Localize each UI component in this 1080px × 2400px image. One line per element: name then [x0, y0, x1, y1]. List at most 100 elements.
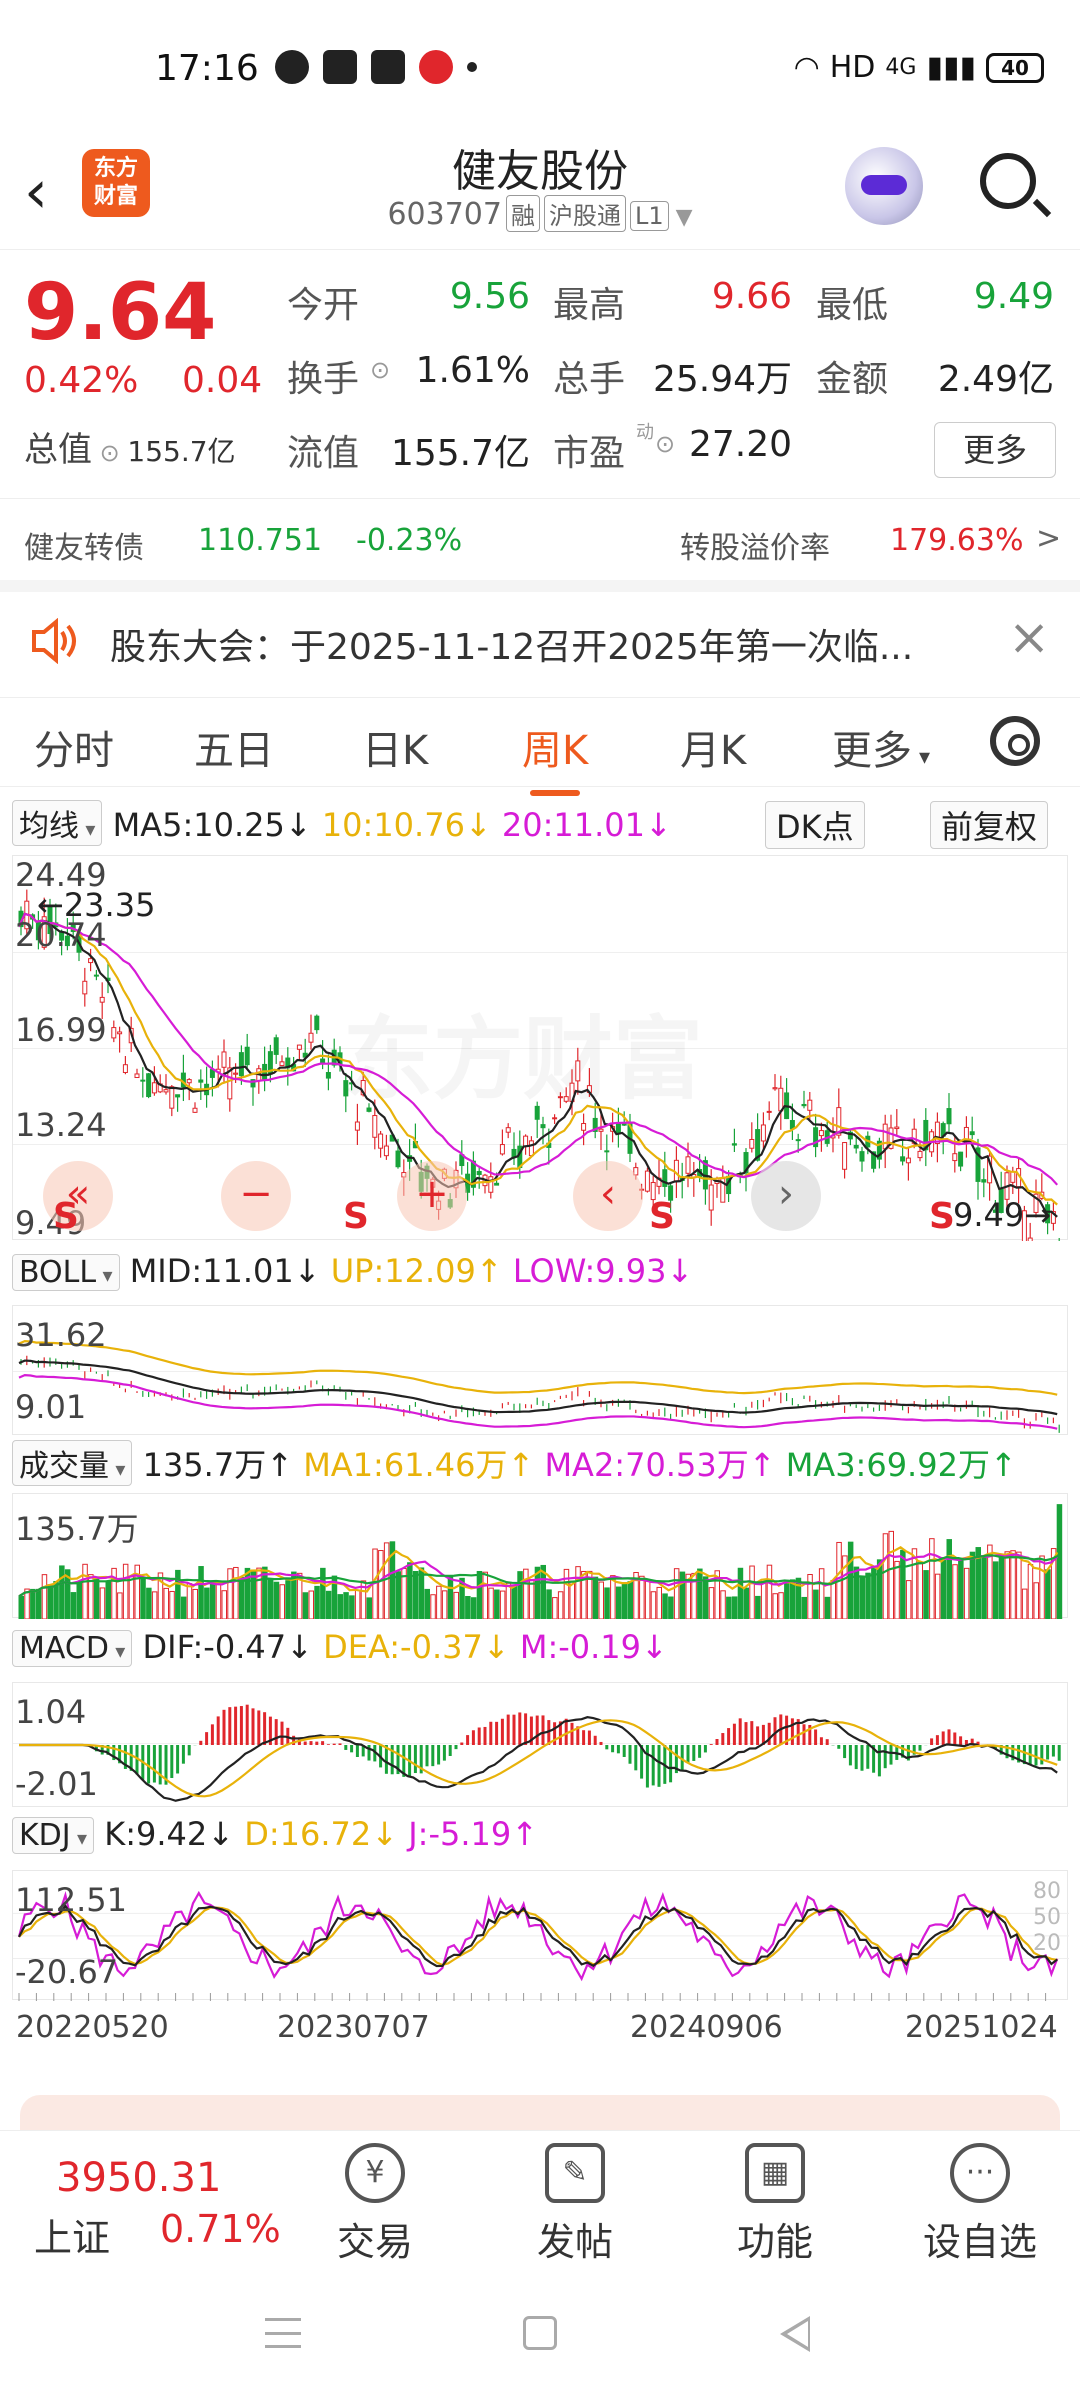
volume-bar: [465, 1595, 471, 1619]
zoom-in-button[interactable]: +: [397, 1161, 467, 1231]
candle-body: [934, 1121, 940, 1145]
volume-bar: [615, 1586, 622, 1619]
dk-point-toggle[interactable]: DK点: [765, 801, 865, 849]
menu-icon[interactable]: [265, 2318, 301, 2348]
gear-icon[interactable]: [990, 716, 1040, 766]
kdj-row: KDJ K:9.42↓ D:16.72↓ J:-5.19↑: [12, 1815, 538, 1859]
adjust-toggle[interactable]: 前复权: [930, 801, 1049, 849]
more-button[interactable]: 更多: [934, 422, 1056, 478]
candle-body: [563, 1096, 569, 1102]
volume-bar: [482, 1571, 488, 1619]
volume-bar: [186, 1583, 193, 1619]
search-icon[interactable]: [980, 153, 1036, 209]
wechat-icon: [275, 50, 309, 84]
volume-bar: [238, 1577, 245, 1619]
macd-chart: [19, 1704, 1061, 1802]
volume-bar: [668, 1596, 674, 1619]
volume-bar: [1045, 1569, 1051, 1619]
boll-top-label: 31.62: [15, 1316, 107, 1354]
candle-body: [1027, 1237, 1033, 1241]
announcement-bar[interactable]: 股东大会：于2025-11-12召开2025年第一次临... ×: [0, 580, 1080, 685]
volume-bar: [946, 1539, 952, 1619]
app-logo[interactable]: 东方 财富: [82, 149, 150, 217]
home-icon[interactable]: [523, 2316, 557, 2350]
functions-button[interactable]: ▦ 功能: [700, 2143, 850, 2266]
back-button[interactable]: ‹: [24, 157, 48, 227]
candle-body: [198, 1079, 204, 1083]
trade-button[interactable]: ¥ 交易: [300, 2143, 450, 2266]
boll-panel[interactable]: 31.62 9.01: [12, 1305, 1068, 1435]
volume-bar: [813, 1589, 819, 1619]
candle-body: [557, 1096, 563, 1099]
quote-panel: 9.64 0.42% 0.04 总值 ⊙ 155.7亿 今开 9.56 最高 9…: [0, 250, 1080, 580]
pe-info-icon[interactable]: ⊙: [655, 430, 675, 458]
kdj-j: J:-5.19↑: [408, 1815, 539, 1853]
kdj-selector[interactable]: KDJ: [12, 1817, 95, 1854]
convertible-bond-row[interactable]: 健友转债 110.751 -0.23% 转股溢价率 179.63% >: [0, 505, 1080, 566]
volume-bar: [424, 1588, 430, 1619]
info-icon[interactable]: ⊙: [92, 439, 127, 467]
pe-dynamic-mark: 动: [636, 422, 654, 443]
boll-chart: [18, 1339, 1060, 1433]
kdj-panel[interactable]: 112.51 -20.67 80 50 20: [12, 1870, 1069, 2001]
amount-value: 2.49亿: [937, 359, 1054, 400]
candle-body: [946, 1108, 952, 1125]
chevron-down-icon[interactable]: ▼: [669, 205, 693, 230]
volume-bar: [784, 1579, 790, 1619]
tab-five-day[interactable]: 五日: [194, 718, 274, 776]
volume-bar: [47, 1584, 53, 1619]
promo-banner[interactable]: [20, 2095, 1060, 2135]
volume-value: 25.94万: [652, 359, 792, 400]
candle-body: [186, 1079, 192, 1084]
kline-panel[interactable]: 东方财富 24.49 ←23.35 20.74 16.99 13.24 9.49…: [12, 855, 1068, 1242]
add-watchlist-button[interactable]: ··· 设自选: [905, 2143, 1055, 2266]
tab-weekly-k[interactable]: 周K: [522, 718, 588, 796]
boll-mid: MID:11.01↓: [129, 1252, 321, 1290]
assistant-robot-icon[interactable]: [845, 147, 923, 225]
candle-body: [981, 1179, 987, 1183]
volume-panel[interactable]: 135.7万: [12, 1493, 1068, 1619]
volume-bar: [198, 1566, 204, 1619]
ma-selector[interactable]: 均线: [12, 800, 103, 846]
volume-bar: [998, 1557, 1005, 1619]
back-triangle-icon[interactable]: [780, 2316, 810, 2352]
kline-label-3: 16.99: [15, 1011, 107, 1049]
tab-daily-k[interactable]: 日K: [362, 718, 428, 776]
candle-body: [99, 996, 105, 1003]
bond-price: 110.751: [198, 523, 323, 558]
volume-selector[interactable]: 成交量: [12, 1440, 133, 1486]
tab-minute[interactable]: 分时: [34, 718, 114, 776]
volume-bar: [1004, 1551, 1010, 1619]
volume-bar: [354, 1589, 361, 1619]
sell-marker: S: [649, 1196, 675, 1237]
scroll-left-button[interactable]: ‹: [573, 1161, 643, 1231]
volume-bar: [569, 1580, 575, 1619]
volume-bar: [169, 1590, 175, 1619]
tab-monthly-k[interactable]: 月K: [680, 718, 746, 776]
turnover-info-icon[interactable]: ⊙: [370, 356, 390, 384]
candle-body: [859, 1151, 865, 1162]
candle-body: [685, 1156, 691, 1174]
macd-panel[interactable]: 1.04 -2.01: [12, 1682, 1068, 1807]
candle-body: [772, 1087, 778, 1090]
close-icon[interactable]: ×: [1008, 608, 1050, 666]
volume-bar: [847, 1541, 854, 1619]
candle-body: [476, 1170, 482, 1175]
post-button[interactable]: ✎ 发帖: [500, 2143, 650, 2266]
grid-icon: ▦: [745, 2143, 805, 2203]
zoom-out-button[interactable]: −: [221, 1161, 291, 1231]
tab-more[interactable]: 更多 ▾: [832, 718, 930, 776]
volume-bar: [122, 1563, 129, 1619]
scroll-right-button[interactable]: ›: [751, 1161, 821, 1231]
volume-bar: [337, 1594, 343, 1619]
volume-chart: [18, 1504, 1063, 1619]
sell-marker: S: [343, 1196, 369, 1237]
candle-body: [372, 1115, 378, 1138]
macd-selector[interactable]: MACD: [12, 1630, 133, 1667]
candle-body: [325, 1072, 331, 1079]
date-label: 20240906: [630, 2010, 783, 2045]
candle-body: [494, 1182, 500, 1186]
boll-selector[interactable]: BOLL: [12, 1254, 120, 1291]
candle-body: [395, 1150, 401, 1168]
macd-row: MACD DIF:-0.47↓ DEA:-0.37↓ M:-0.19↓: [12, 1628, 668, 1672]
